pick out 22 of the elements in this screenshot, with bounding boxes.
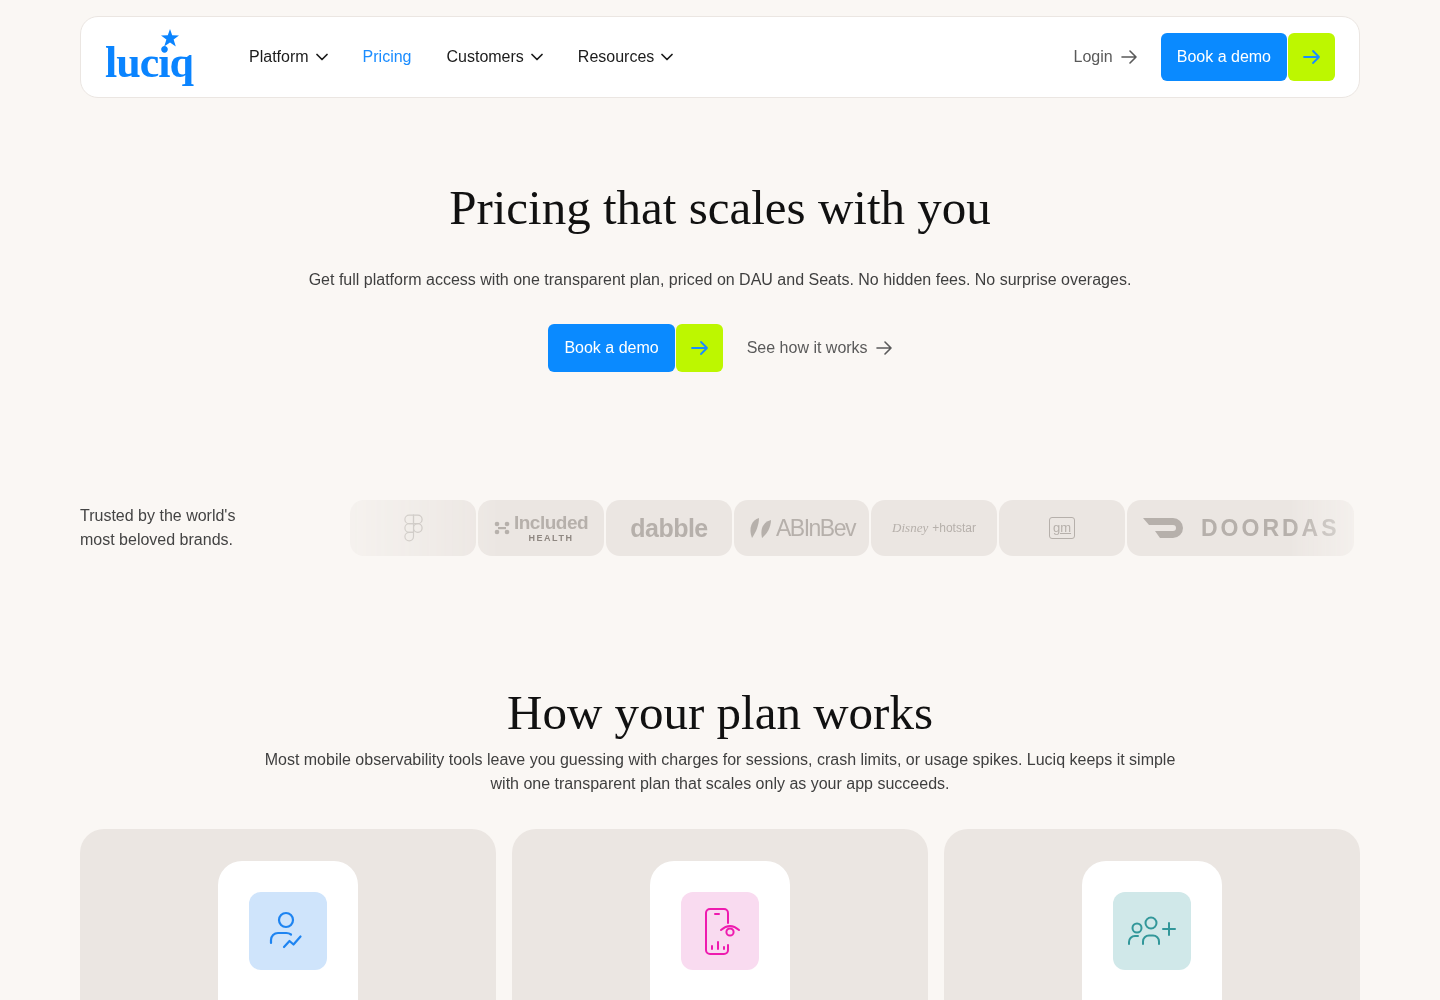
- brand-logo[interactable]: luciq: [105, 45, 193, 86]
- leaf-logo-icon: [748, 517, 772, 539]
- hero-subtitle: Get full platform access with one transparent plan, priced on DAU and Seats. No hidden fees. No surprise overages.: [307, 270, 1133, 290]
- arrow-right-icon: [875, 341, 892, 355]
- arrow-right-icon: [1120, 50, 1137, 64]
- nav-menu-item[interactable]: Resources: [577, 42, 674, 72]
- hero-title: Pricing that scales with you: [448, 179, 992, 237]
- brands-caption: Trusted by the world's most beloved brands.: [80, 506, 237, 550]
- book-demo-button[interactable]: Book a demo: [1160, 33, 1287, 81]
- book-demo-button[interactable]: Book a demo: [548, 324, 675, 372]
- dots-logo-icon: [493, 521, 510, 535]
- nav-menu-item[interactable]: Platform: [249, 42, 328, 72]
- see-how-it-works-link[interactable]: See how it works: [746, 339, 892, 357]
- arrow-right-icon[interactable]: [1288, 33, 1335, 81]
- login-link[interactable]: Login: [1073, 48, 1137, 66]
- brand-tagline: HEALTH: [528, 533, 574, 543]
- section-title: How your plan works: [506, 684, 934, 742]
- nav-menu-item[interactable]: Customers: [446, 42, 543, 72]
- shapes-logo-icon: [403, 514, 423, 542]
- section-description: Most mobile observability tools leave you guessing with charges for sessions, crash limits, or usage spikes. Luciq keeps it simple with one transparent plan that scales only as your app succeeds.: [263, 750, 1177, 794]
- arrow-right-icon[interactable]: [675, 324, 723, 372]
- star-icon: [160, 28, 180, 47]
